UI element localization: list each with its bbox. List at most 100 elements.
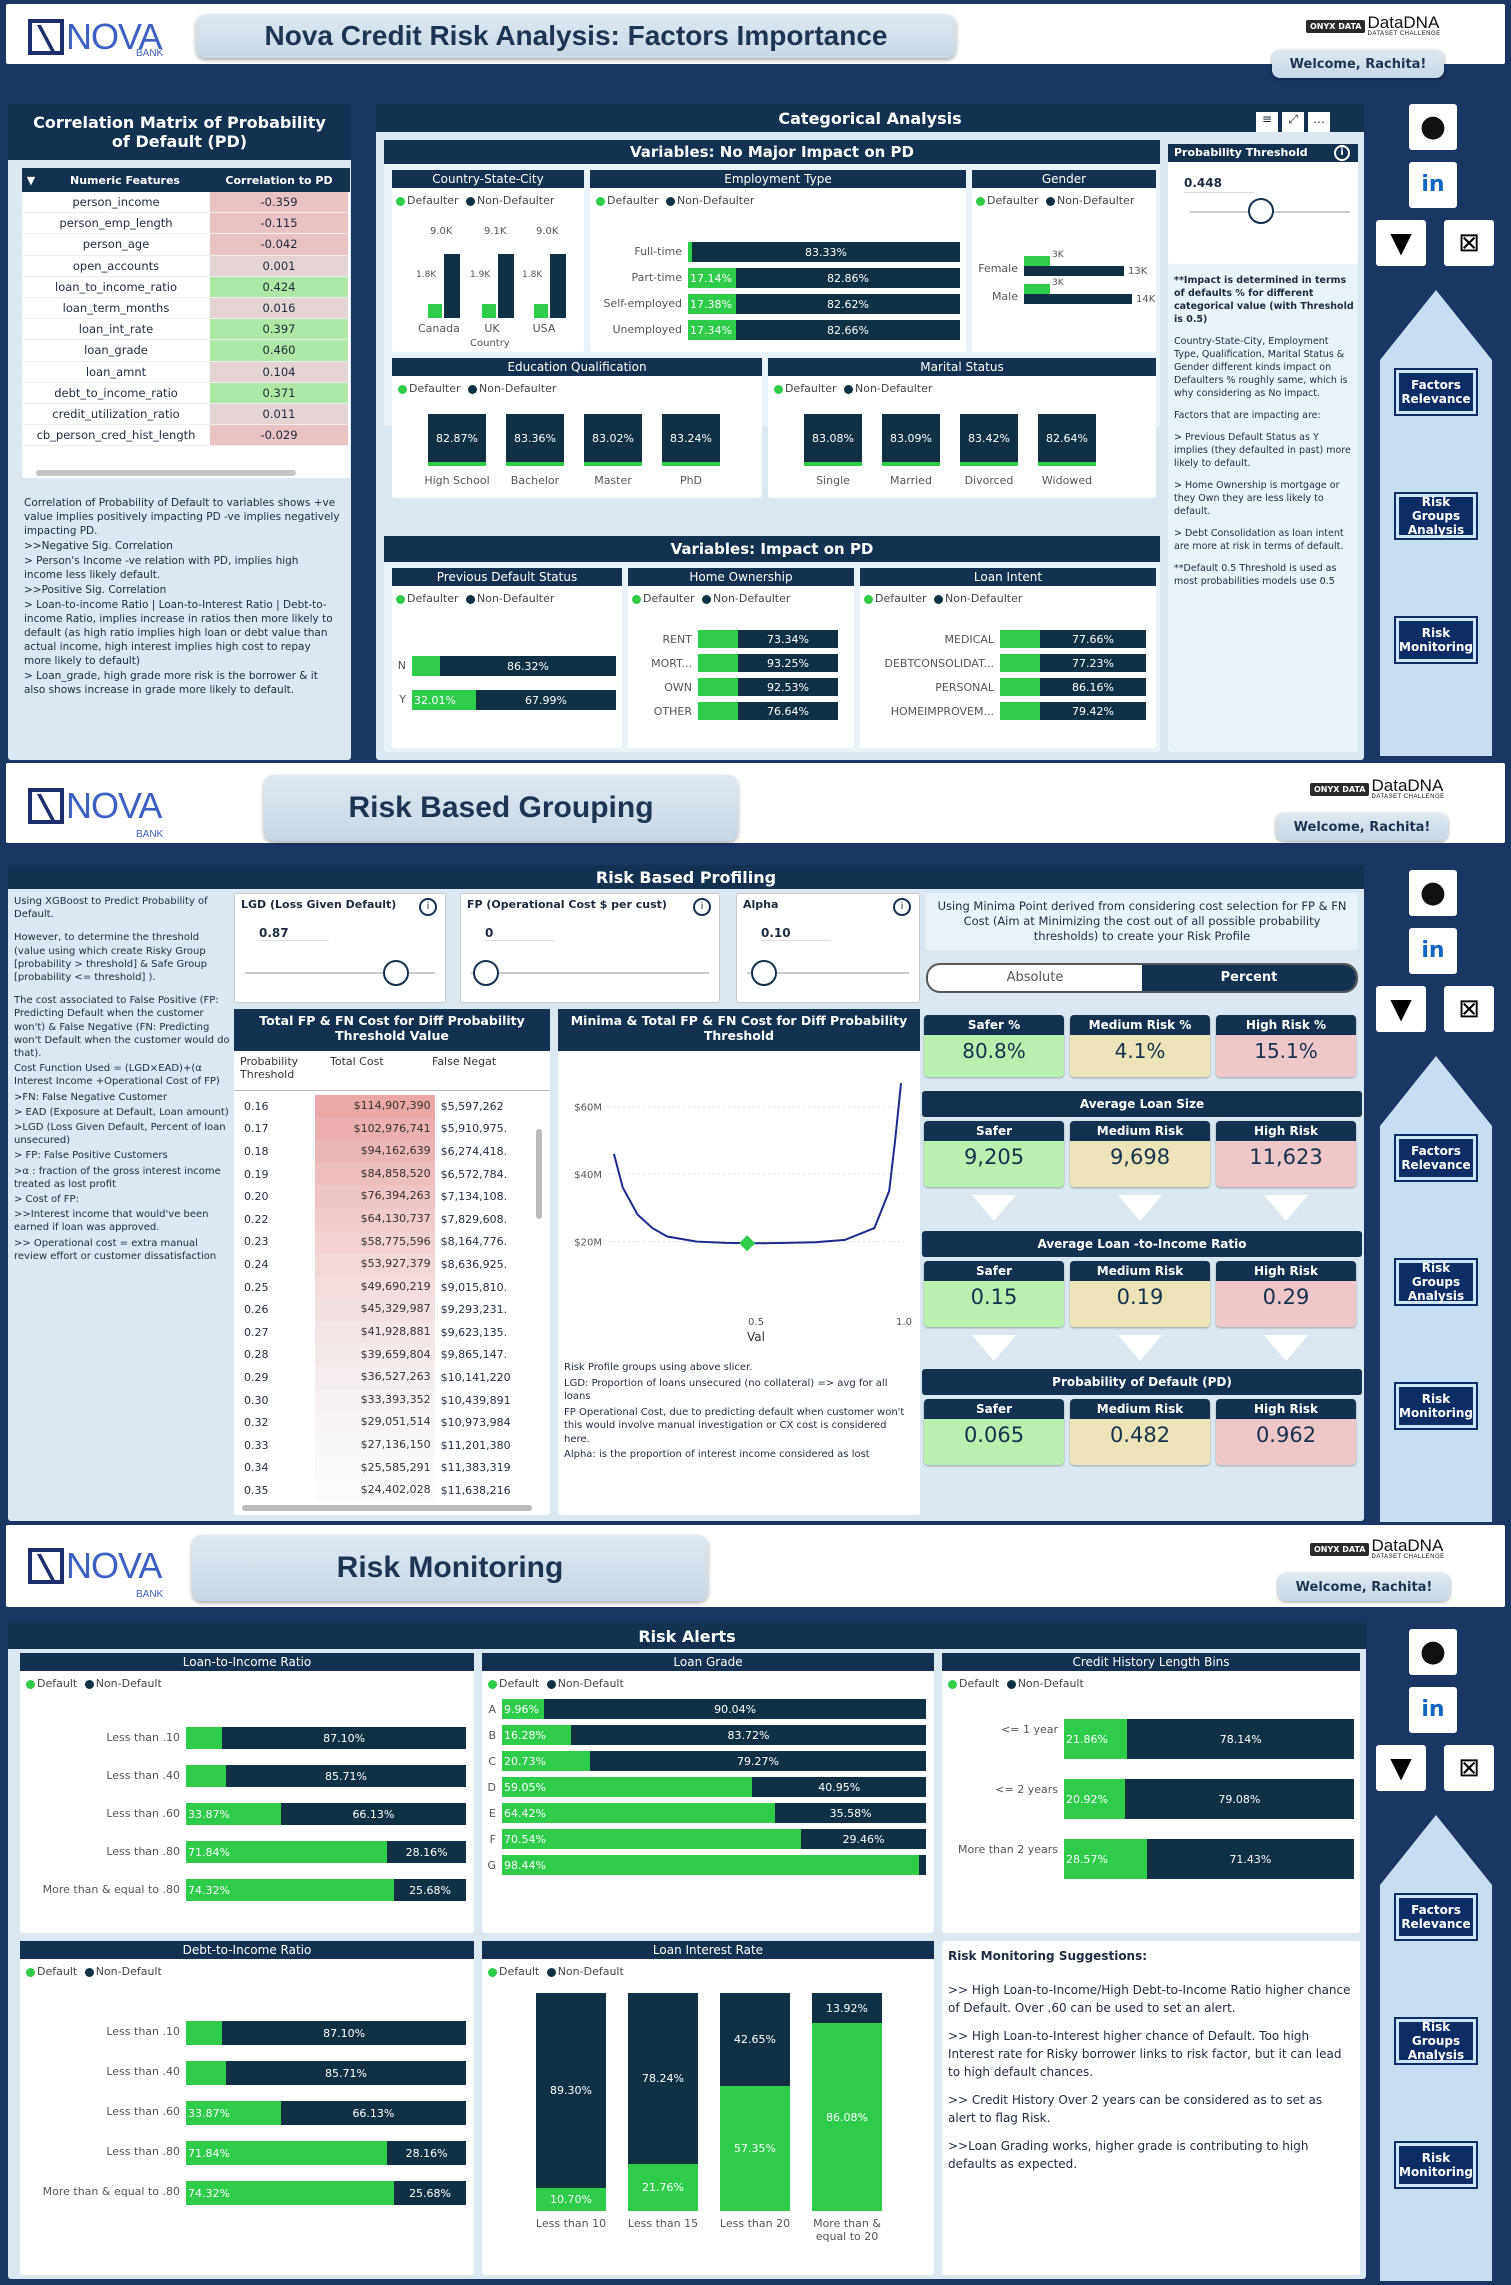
filter-icon[interactable]: ▼ (1376, 1745, 1426, 1791)
table-row[interactable]: 0.18 $94,162,639 $6,274,418. (234, 1140, 534, 1163)
mode-toggle[interactable]: Absolute Percent (926, 963, 1358, 993)
toggle-absolute[interactable]: Absolute (928, 965, 1142, 991)
table-row[interactable]: 0.28 $39,659,804 $9,865,147. (234, 1343, 534, 1367)
github-icon[interactable]: ● (1409, 1629, 1457, 1675)
info-icon[interactable]: i (893, 898, 911, 916)
nav-monitor-button[interactable]: Risk Monitoring (1396, 1384, 1476, 1428)
nav-groups-button[interactable]: Risk Groups Analysis (1396, 2019, 1476, 2063)
table-row[interactable]: 0.16 $114,907,390 $5,597,262 (234, 1095, 534, 1118)
non-bar (550, 254, 566, 318)
alpha-value[interactable]: 0.10 (761, 926, 831, 941)
clear-filter-icon[interactable]: ⊠ (1444, 220, 1494, 266)
lgd-slicer[interactable]: LGD (Loss Given Default) i 0.87 (234, 893, 446, 1003)
table-row[interactable]: 0.33 $27,136,150 $11,201,380 (234, 1433, 534, 1457)
table-row[interactable]: 0.24 $53,927,379 $8,636,925. (234, 1253, 534, 1276)
linkedin-icon[interactable]: in (1409, 162, 1457, 208)
table-row[interactable]: 0.27 $41,928,881 $9,623,135. (234, 1320, 534, 1344)
def-seg (186, 2021, 223, 2045)
corr-row[interactable]: cb_person_cred_hist_length -0.029 (22, 425, 350, 447)
info-icon[interactable]: i (693, 898, 711, 916)
note-line: Country-State-City, Employment Type, Qua… (1174, 336, 1348, 399)
focus-icon[interactable]: ⤢ (1282, 112, 1304, 132)
fp-value[interactable]: 0 (485, 926, 555, 941)
linkedin-icon[interactable]: in (1409, 1687, 1457, 1733)
table-row[interactable]: 0.20 $76,394,263 $7,134,108. (234, 1185, 534, 1208)
suggestion: >>Loan Grading works, higher grade is co… (948, 2139, 1309, 2171)
table-row[interactable]: 0.26 $45,329,987 $9,293,231. (234, 1298, 534, 1321)
table-row[interactable]: 0.35 $24,402,028 $11,638,216 (234, 1479, 534, 1502)
correlation-title: Correlation Matrix of Probability of Def… (8, 104, 351, 160)
corr-row[interactable]: loan_grade 0.460 (22, 340, 350, 362)
info-icon[interactable]: i (1334, 145, 1350, 161)
table-row[interactable]: 0.34 $25,585,291 $11,383,319 (234, 1456, 534, 1480)
cell-total-cost: $49,690,219 (315, 1275, 435, 1299)
fp-slicer[interactable]: FP (Operational Cost $ per cust) i 0 (460, 893, 720, 1003)
filter-icon[interactable]: ≡ (1256, 112, 1278, 132)
threshold-value[interactable]: 0.448 (1184, 176, 1254, 193)
table-row[interactable]: 0.19 $84,858,520 $6,572,784. (234, 1162, 534, 1186)
nav-factors-button[interactable]: Factors Relevance (1396, 370, 1476, 414)
no-impact-title: Variables: No Major Impact on PD (384, 140, 1160, 164)
collapse-icon[interactable]: ▼ (22, 174, 40, 187)
card-title: Employment Type (590, 170, 966, 188)
cost-table[interactable]: Total FP & FN Cost for Diff Probability … (234, 1009, 550, 1515)
clear-filter-icon[interactable]: ⊠ (1444, 1745, 1494, 1791)
kpi-avg_loan-0: Safer 9,205 (924, 1121, 1064, 1187)
minima-line-chart[interactable]: $20M $40M $60M 0.5 1.0 Val (558, 1053, 920, 1349)
v-scrollbar[interactable] (536, 1129, 542, 1219)
def-value: 1.8K (522, 270, 543, 280)
h-scrollbar[interactable] (36, 470, 296, 476)
kpi-panel: Safer % 80.8% Medium Risk % 4.1% High Risk %… (922, 1015, 1362, 1515)
corr-row[interactable]: loan_term_months 0.016 (22, 297, 350, 320)
correlation-table[interactable]: ▼ Numeric Features Correlation to PD per… (22, 168, 350, 478)
corr-row[interactable]: person_income -0.359 (22, 192, 350, 214)
cell-false-negative: $7,829,608. (440, 1212, 508, 1226)
github-icon[interactable]: ● (1409, 870, 1457, 916)
corr-row[interactable]: loan_to_income_ratio 0.424 (22, 276, 350, 298)
cell-threshold: 0.19 (244, 1167, 269, 1181)
alpha-slicer[interactable]: Alpha i 0.10 (736, 893, 920, 1003)
table-row[interactable]: 0.22 $64,130,737 $7,829,608. (234, 1207, 534, 1231)
table-row[interactable]: 0.25 $49,690,219 $9,015,810. (234, 1275, 534, 1299)
github-icon[interactable]: ● (1409, 104, 1457, 150)
nav-monitor-button[interactable]: Risk Monitoring (1396, 2143, 1476, 2187)
clear-filter-icon[interactable]: ⊠ (1444, 986, 1494, 1032)
more-icon[interactable]: … (1308, 112, 1330, 132)
table-row[interactable]: 0.29 $36,527,263 $10,141,220 (234, 1366, 534, 1389)
table-row[interactable]: 0.30 $33,393,352 $10,439,891 (234, 1388, 534, 1412)
fp-handle[interactable] (473, 960, 499, 986)
threshold-slider[interactable] (1190, 198, 1350, 224)
lgd-value[interactable]: 0.87 (259, 926, 329, 941)
corr-row[interactable]: loan_int_rate 0.397 (22, 319, 350, 341)
corr-row[interactable]: person_age -0.042 (22, 234, 350, 256)
cell-total-cost: $114,907,390 (315, 1095, 435, 1118)
corr-row[interactable]: open_accounts 0.001 (22, 255, 350, 277)
lgd-handle[interactable] (383, 960, 409, 986)
corr-row[interactable]: debt_to_income_ratio 0.371 (22, 382, 350, 404)
cell-threshold: 0.24 (244, 1257, 269, 1271)
alpha-handle[interactable] (751, 960, 777, 986)
corr-row[interactable]: person_emp_length -0.115 (22, 213, 350, 235)
cell-total-cost: $102,976,741 (315, 1117, 435, 1141)
table-row[interactable]: 0.17 $102,976,741 $5,910,975. (234, 1117, 534, 1141)
row-bar: 16.28% 83.72% (502, 1725, 926, 1745)
linkedin-icon[interactable]: in (1409, 928, 1457, 974)
info-icon[interactable]: i (419, 898, 437, 916)
nav-monitor-button[interactable]: Risk Monitoring (1396, 618, 1476, 662)
filter-icon[interactable]: ▼ (1376, 220, 1426, 266)
row-bar: 79.42% (1000, 702, 1146, 720)
toggle-percent[interactable]: Percent (1142, 965, 1356, 991)
corr-row[interactable]: loan_amnt 0.104 (22, 361, 350, 383)
suggestions-list: >> High Loan-to-Income/High Debt-to-Inco… (948, 1981, 1352, 2183)
table-row[interactable]: 0.23 $58,775,596 $8,164,776. (234, 1230, 534, 1254)
corr-row[interactable]: credit_utilization_ratio 0.011 (22, 403, 350, 426)
nav-factors-button[interactable]: Factors Relevance (1396, 1136, 1476, 1180)
h-scrollbar[interactable] (242, 1505, 532, 1511)
nav-groups-button[interactable]: Risk Groups Analysis (1396, 1260, 1476, 1304)
table-row[interactable]: 0.32 $29,051,514 $10,973,984 (234, 1411, 534, 1434)
nav-groups-button[interactable]: Risk Groups Analysis (1396, 494, 1476, 538)
nav-factors-button[interactable]: Factors Relevance (1396, 1895, 1476, 1939)
threshold-title: Probability Threshold i (1168, 144, 1358, 162)
filter-icon[interactable]: ▼ (1376, 986, 1426, 1032)
note-line: > Loan-to-income Ratio | Loan-to-Interes… (24, 599, 333, 667)
